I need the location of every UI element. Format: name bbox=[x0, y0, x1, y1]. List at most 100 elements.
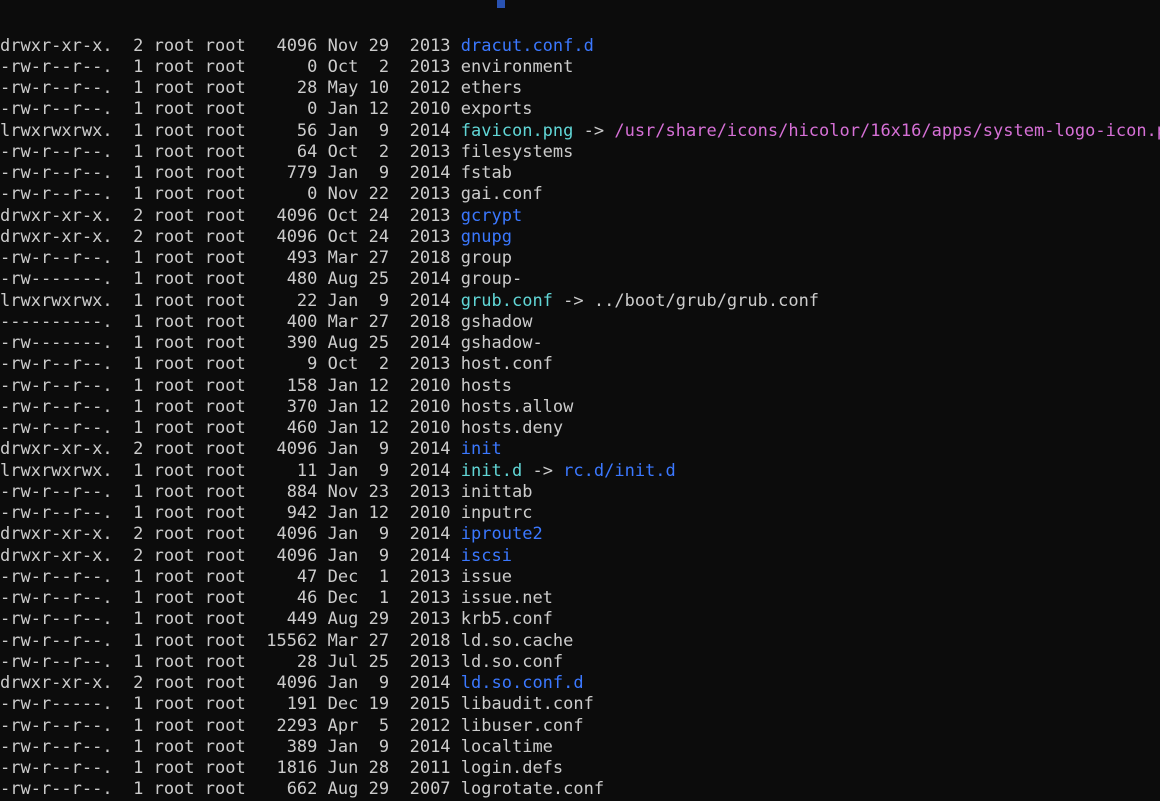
year: 2014 bbox=[409, 736, 451, 757]
listing-row: drwxr-xr-x. 2 root root 4096 Nov 29 2013… bbox=[0, 36, 1160, 57]
year: 2013 bbox=[409, 609, 451, 630]
link-count: 2 bbox=[122, 226, 144, 247]
filename[interactable]: gshadow bbox=[461, 312, 533, 332]
link-count: 2 bbox=[122, 439, 144, 460]
filename[interactable]: filesystems bbox=[461, 142, 574, 162]
filename[interactable]: gshadow- bbox=[461, 333, 543, 353]
month: Jan bbox=[327, 673, 359, 693]
filename[interactable]: issue.net bbox=[461, 588, 553, 608]
filename[interactable]: inittab bbox=[461, 482, 533, 502]
filename[interactable]: inputrc bbox=[461, 503, 533, 523]
filename[interactable]: init.d bbox=[461, 461, 522, 481]
listing-row: -rw-r--r--. 1 root root 460 Jan 12 2010 … bbox=[0, 418, 1160, 439]
day: 9 bbox=[368, 545, 390, 566]
owner: root bbox=[153, 226, 195, 247]
filename[interactable]: hosts.allow bbox=[461, 397, 574, 417]
day: 9 bbox=[368, 163, 390, 183]
filename[interactable]: environment bbox=[461, 57, 574, 77]
filename[interactable]: fstab bbox=[461, 163, 512, 183]
link-count: 1 bbox=[122, 779, 144, 800]
filename[interactable]: ethers bbox=[461, 78, 522, 98]
year: 2013 bbox=[409, 141, 451, 162]
day: 2 bbox=[368, 354, 390, 375]
filename[interactable]: libuser.conf bbox=[461, 716, 584, 736]
owner: root bbox=[153, 545, 195, 566]
terminal-output[interactable]: drwxr-xr-x. 2 root root 4096 Nov 29 2013… bbox=[0, 0, 1160, 801]
size: 2293 bbox=[255, 715, 318, 736]
filename[interactable]: init bbox=[461, 439, 502, 459]
filename[interactable]: ld.so.conf bbox=[461, 652, 563, 672]
filename[interactable]: hosts bbox=[461, 376, 512, 396]
filename[interactable]: localtime bbox=[461, 737, 553, 757]
filename[interactable]: grub.conf bbox=[461, 291, 553, 311]
permissions: -rw-r--r--. bbox=[0, 184, 113, 205]
listing-row: -rw-r--r--. 1 root root 2293 Apr 5 2012 … bbox=[0, 716, 1160, 737]
month: Jan bbox=[327, 503, 359, 523]
symlink-target[interactable]: /usr/share/icons/hicolor/16x16/apps/syst… bbox=[614, 121, 1160, 141]
permissions: -rw-------. bbox=[0, 333, 113, 353]
permissions: drwxr-xr-x. bbox=[0, 524, 113, 545]
filename[interactable]: ld.so.cache bbox=[461, 631, 574, 651]
group: root bbox=[204, 651, 246, 672]
filename[interactable]: libaudit.conf bbox=[461, 694, 594, 714]
filename[interactable]: logrotate.conf bbox=[461, 779, 604, 799]
listing-row: -rw-------. 1 root root 390 Aug 25 2014 … bbox=[0, 333, 1160, 354]
month: Nov bbox=[327, 35, 359, 56]
filename[interactable]: issue bbox=[461, 567, 512, 587]
filename[interactable]: dracut.conf.d bbox=[461, 36, 594, 56]
filename[interactable]: ld.so.conf.d bbox=[461, 673, 584, 693]
month: Dec bbox=[327, 566, 359, 587]
day: 29 bbox=[368, 779, 390, 800]
owner: root bbox=[153, 481, 195, 502]
filename[interactable]: krb5.conf bbox=[461, 609, 553, 629]
symlink-arrow: -> bbox=[522, 460, 564, 481]
year: 2013 bbox=[409, 205, 451, 226]
filename[interactable]: favicon.png bbox=[461, 121, 574, 141]
group: root bbox=[204, 120, 246, 141]
symlink-target[interactable]: ../boot/grub/grub.conf bbox=[594, 291, 819, 311]
month: Jan bbox=[327, 99, 359, 120]
filename[interactable]: group- bbox=[461, 269, 522, 289]
filename[interactable]: iproute2 bbox=[461, 524, 543, 544]
filename[interactable]: group bbox=[461, 248, 512, 268]
filename[interactable]: gcrypt bbox=[461, 206, 522, 226]
year: 2013 bbox=[409, 481, 451, 502]
filename[interactable]: gnupg bbox=[461, 227, 512, 247]
filename[interactable]: host.conf bbox=[461, 354, 553, 374]
month: Aug bbox=[327, 269, 359, 290]
filename[interactable]: exports bbox=[461, 99, 533, 119]
filename[interactable]: iscsi bbox=[461, 546, 512, 566]
filename[interactable]: hosts.deny bbox=[461, 418, 563, 438]
filename[interactable]: gai.conf bbox=[461, 184, 543, 204]
filename[interactable]: login.defs bbox=[461, 758, 563, 778]
listing-row: -rw-r--r--. 1 root root 158 Jan 12 2010 … bbox=[0, 376, 1160, 397]
owner: root bbox=[153, 694, 195, 715]
symlink-target[interactable]: rc.d/init.d bbox=[563, 461, 676, 481]
owner: root bbox=[153, 609, 195, 630]
symlink-arrow: -> bbox=[552, 290, 594, 311]
month: Jan bbox=[327, 460, 359, 481]
